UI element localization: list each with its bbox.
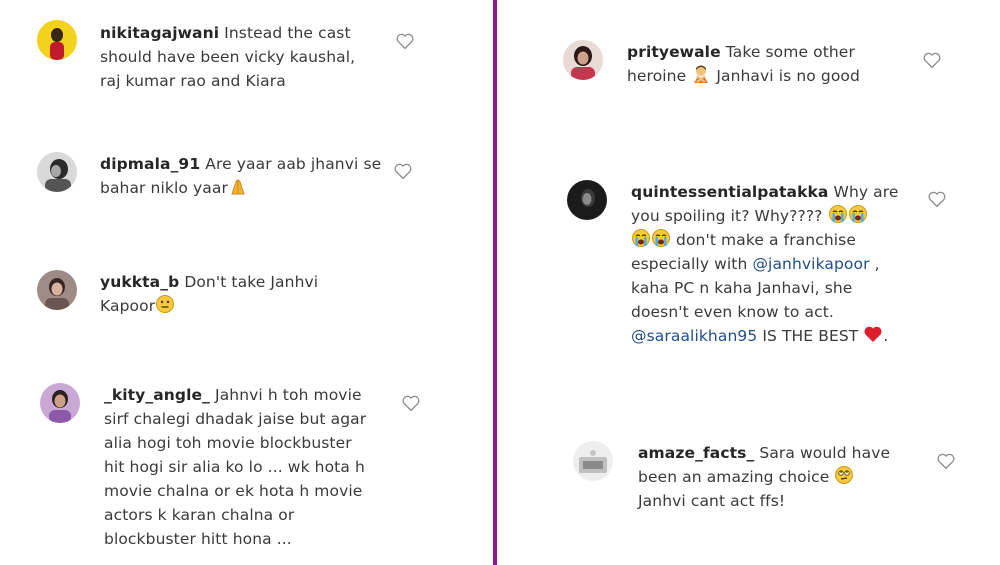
comment-line: bahar niklo yaar: [100, 179, 228, 197]
comment-line: IS THE BEST: [762, 327, 858, 345]
comment-text: quintessentialpatakka Why are you spoili…: [631, 180, 899, 348]
comment-text: amaze_facts_ Sara would have been an ama…: [638, 441, 890, 513]
comment-line: don't make a franchise: [676, 231, 856, 249]
comment-text: dipmala_91 Are yaar aab jhanvi se bahar …: [100, 152, 381, 200]
avatar[interactable]: [37, 270, 77, 310]
comment-line: Don't take Janhvi: [184, 273, 318, 291]
loudly-crying-face-icon: [848, 204, 868, 224]
comment-line: especially with: [631, 255, 747, 273]
comment-line: raj kumar rao and Kiara: [100, 72, 286, 90]
folded-hands-icon: [228, 176, 248, 196]
avatar[interactable]: [37, 20, 77, 60]
comment-line: Take some other: [726, 43, 855, 61]
person-gesturing-no-icon: [691, 64, 711, 84]
comment-text: nikitagajwani Instead the cast should ha…: [100, 21, 355, 93]
comment-username[interactable]: dipmala_91: [100, 155, 200, 173]
comment-line: .: [883, 327, 888, 345]
comment-username[interactable]: nikitagajwani: [100, 24, 219, 42]
face-with-rolling-eyes-icon: [834, 465, 854, 485]
mention-link[interactable]: @janhvikapoor: [752, 255, 869, 273]
comment-line: heroine: [627, 67, 686, 85]
comment-line: you spoiling it? Why????: [631, 207, 822, 225]
comment-line: been an amazing choice: [638, 468, 829, 486]
comment-line: movie chalna or ek hota h movie: [104, 482, 362, 500]
heart-icon[interactable]: [395, 32, 415, 50]
avatar[interactable]: [37, 152, 77, 192]
comment-line: Why are: [834, 183, 899, 201]
comment-text: prityewale Take some other heroine Janha…: [627, 40, 860, 88]
heart-icon[interactable]: [393, 162, 413, 180]
avatar[interactable]: [567, 180, 607, 220]
comment-line: ,: [875, 255, 880, 273]
comment-line: Janhvi cant act ffs!: [638, 492, 785, 510]
comment-line: kaha PC n kaha Janhavi, she: [631, 279, 852, 297]
heart-icon[interactable]: [401, 394, 421, 412]
comment-line: doesn't even know to act.: [631, 303, 834, 321]
avatar[interactable]: [573, 441, 613, 481]
comment-username[interactable]: quintessentialpatakka: [631, 183, 829, 201]
divider: [493, 0, 497, 565]
comment-username[interactable]: yukkta_b: [100, 273, 179, 291]
comment-username[interactable]: amaze_facts_: [638, 444, 754, 462]
avatar[interactable]: [563, 40, 603, 80]
comment-line: Janhavi is no good: [716, 67, 860, 85]
loudly-crying-face-icon: [631, 228, 651, 248]
avatar[interactable]: [40, 383, 80, 423]
heart-icon[interactable]: [927, 190, 947, 208]
comment-line: Kapoor: [100, 297, 155, 315]
comment-line: Jahnvi h toh movie: [215, 386, 362, 404]
heart-icon[interactable]: [922, 51, 942, 69]
comment-line: actors k karan chalna or: [104, 506, 294, 524]
heart-icon[interactable]: [936, 452, 956, 470]
comment-line: hit hogi sir alia ko lo ... wk hota h: [104, 458, 365, 476]
comment-line: should have been vicky kaushal,: [100, 48, 355, 66]
comment-line: Instead the cast: [224, 24, 351, 42]
comment-text: yukkta_b Don't take Janhvi Kapoor: [100, 270, 318, 318]
comment-line: alia hogi toh movie blockbuster: [104, 434, 352, 452]
red-heart-icon: [863, 324, 883, 344]
mention-link[interactable]: @saraalikhan95: [631, 327, 757, 345]
comment-username[interactable]: prityewale: [627, 43, 721, 61]
comment-line: blockbuster hitt hona ...: [104, 530, 292, 548]
comment-username[interactable]: _kity_angle_: [104, 386, 210, 404]
comment-line: Sara would have: [759, 444, 890, 462]
loudly-crying-face-icon: [828, 204, 848, 224]
comment-line: sirf chalegi dhadak jaise but agar: [104, 410, 366, 428]
loudly-crying-face-icon: [651, 228, 671, 248]
neutral-face-icon: [155, 294, 175, 314]
comment-text: _kity_angle_ Jahnvi h toh movie sirf cha…: [104, 383, 366, 551]
comment-line: Are yaar aab jhanvi se: [205, 155, 381, 173]
